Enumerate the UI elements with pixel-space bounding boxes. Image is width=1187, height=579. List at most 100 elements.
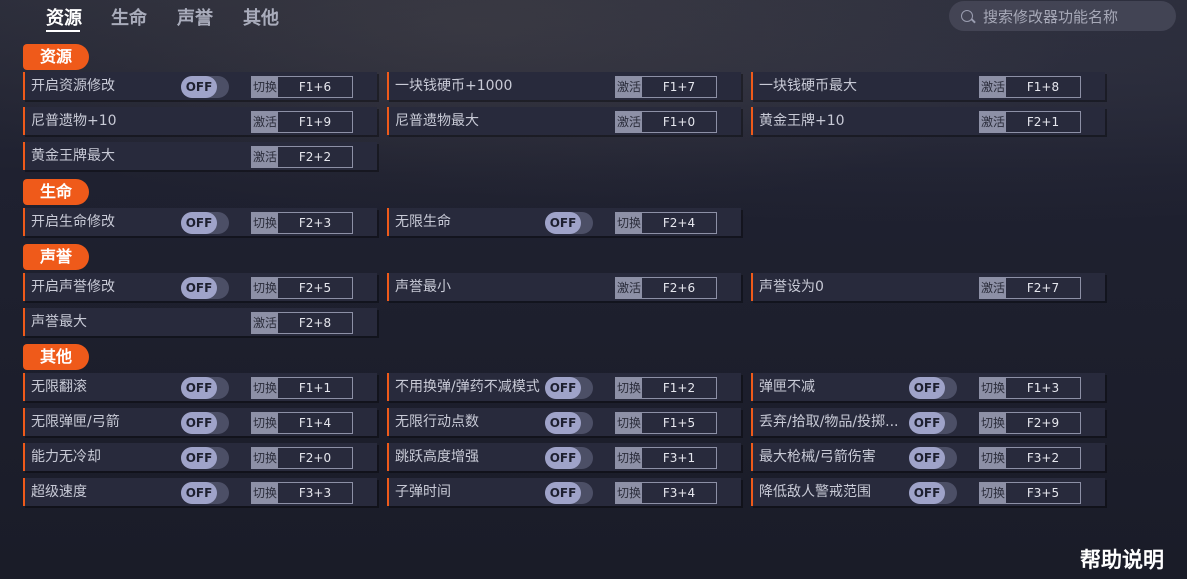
tab-resources[interactable]: 资源 (46, 4, 82, 30)
hotkey-key: F1+0 (662, 115, 696, 129)
toggle-state: OFF (909, 482, 945, 504)
toggle-switch[interactable]: OFF (545, 482, 593, 504)
cheat-row: 声誉最小 激活 F2+6 (387, 273, 741, 301)
cheat-label: 开启声誉修改 (31, 279, 115, 295)
hotkey-box[interactable]: 激活 F1+9 (251, 111, 353, 133)
cheat-label: 黄金王牌最大 (31, 148, 115, 164)
hotkey-box[interactable]: 切换 F1+3 (979, 377, 1081, 399)
toggle-switch[interactable]: OFF (909, 412, 957, 434)
hotkey-box[interactable]: 切换 F2+5 (251, 277, 353, 299)
hotkey-key: F2+4 (662, 216, 696, 230)
hotkey-box[interactable]: 激活 F2+6 (615, 277, 717, 299)
toggle-switch[interactable]: OFF (909, 377, 957, 399)
hotkey-key: F3+2 (1026, 451, 1060, 465)
toggle-switch[interactable]: OFF (545, 447, 593, 469)
hotkey-box[interactable]: 切换 F1+5 (615, 412, 717, 434)
hotkey-box[interactable]: 切换 F1+1 (251, 377, 353, 399)
help-button[interactable]: 帮助说明 (1080, 544, 1164, 574)
hotkey-box[interactable]: 切换 F3+1 (615, 447, 717, 469)
toggle-switch[interactable]: OFF (181, 76, 229, 98)
hotkey-box[interactable]: 切换 F3+4 (615, 482, 717, 504)
tab-other[interactable]: 其他 (243, 4, 279, 30)
tab-reputation[interactable]: 声誉 (177, 4, 213, 30)
toggle-switch[interactable]: OFF (181, 377, 229, 399)
hotkey-box[interactable]: 切换 F3+3 (251, 482, 353, 504)
hotkey-action: 切换 (616, 448, 642, 468)
hotkey-key: F2+9 (1026, 416, 1060, 430)
toggle-state: OFF (545, 377, 581, 399)
hotkey-box[interactable]: 切换 F1+6 (251, 76, 353, 98)
cheat-label: 最大枪械/弓箭伤害 (759, 449, 876, 465)
hotkey-box[interactable]: 激活 F1+8 (979, 76, 1081, 98)
section-title-other: 其他 (23, 344, 89, 370)
hotkey-box[interactable]: 激活 F1+0 (615, 111, 717, 133)
toggle-switch[interactable]: OFF (545, 212, 593, 234)
section-title-life: 生命 (23, 179, 89, 205)
hotkey-action: 切换 (980, 448, 1006, 468)
hotkey-box[interactable]: 切换 F3+5 (979, 482, 1081, 504)
hotkey-box[interactable]: 切换 F2+3 (251, 212, 353, 234)
hotkey-box[interactable]: 切换 F2+4 (615, 212, 717, 234)
section-title-resources: 资源 (23, 44, 89, 70)
hotkey-key: F2+0 (298, 451, 332, 465)
toggle-state: OFF (181, 277, 217, 299)
hotkey-key: F1+8 (1026, 80, 1060, 94)
search-input[interactable] (981, 5, 1170, 29)
hotkey-key: F2+7 (1026, 281, 1060, 295)
hotkey-action: 切换 (252, 77, 278, 97)
toggle-switch[interactable]: OFF (181, 482, 229, 504)
top-nav: 资源 生命 声誉 其他 (0, 0, 1187, 36)
hotkey-action: 激活 (616, 77, 642, 97)
cheat-row: 开启资源修改 OFF 切换 F1+6 (23, 72, 377, 100)
hotkey-key: F2+2 (298, 150, 332, 164)
cheat-row: 最大枪械/弓箭伤害 OFF 切换 F3+2 (751, 443, 1105, 471)
toggle-switch[interactable]: OFF (545, 412, 593, 434)
hotkey-box[interactable]: 切换 F2+9 (979, 412, 1081, 434)
toggle-switch[interactable]: OFF (181, 412, 229, 434)
hotkey-box[interactable]: 激活 F1+7 (615, 76, 717, 98)
hotkey-box[interactable]: 激活 F2+2 (251, 146, 353, 168)
toggle-switch[interactable]: OFF (909, 447, 957, 469)
toggle-switch[interactable]: OFF (545, 377, 593, 399)
hotkey-box[interactable]: 切换 F1+4 (251, 412, 353, 434)
hotkey-action: 激活 (616, 278, 642, 298)
toggle-state: OFF (545, 482, 581, 504)
hotkey-key: F3+1 (662, 451, 696, 465)
hotkey-action: 切换 (252, 278, 278, 298)
hotkey-action: 切换 (252, 213, 278, 233)
hotkey-box[interactable]: 激活 F2+7 (979, 277, 1081, 299)
toggle-switch[interactable]: OFF (909, 482, 957, 504)
toggle-switch[interactable]: OFF (181, 277, 229, 299)
toggle-state: OFF (181, 377, 217, 399)
cheat-label: 子弹时间 (395, 484, 451, 500)
hotkey-key: F1+9 (298, 115, 332, 129)
toggle-state: OFF (181, 76, 217, 98)
toggle-switch[interactable]: OFF (181, 447, 229, 469)
cheat-row: 尼普遗物最大 激活 F1+0 (387, 107, 741, 135)
cheat-row: 开启生命修改 OFF 切换 F2+3 (23, 208, 377, 236)
cheat-row: 子弹时间 OFF 切换 F3+4 (387, 478, 741, 506)
hotkey-box[interactable]: 切换 F3+2 (979, 447, 1081, 469)
cheat-row: 尼普遗物+10 激活 F1+9 (23, 107, 377, 135)
cheat-label: 一块钱硬币+1000 (395, 78, 513, 94)
hotkey-box[interactable]: 切换 F2+0 (251, 447, 353, 469)
toggle-switch[interactable]: OFF (181, 212, 229, 234)
cheat-label: 无限弹匣/弓箭 (31, 414, 120, 430)
cheat-row: 超级速度 OFF 切换 F3+3 (23, 478, 377, 506)
cheat-label: 丢弃/拾取/物品/投掷... (759, 414, 899, 430)
cheat-row: 无限弹匣/弓箭 OFF 切换 F1+4 (23, 408, 377, 436)
hotkey-key: F1+5 (662, 416, 696, 430)
hotkey-key: F3+3 (298, 486, 332, 500)
cheat-row: 不用换弹/弹药不减模式 OFF 切换 F1+2 (387, 373, 741, 401)
hotkey-box[interactable]: 切换 F1+2 (615, 377, 717, 399)
search-box[interactable] (949, 1, 1176, 31)
hotkey-key: F1+4 (298, 416, 332, 430)
tab-life[interactable]: 生命 (111, 4, 147, 30)
hotkey-box[interactable]: 激活 F2+8 (251, 312, 353, 334)
hotkey-box[interactable]: 激活 F2+1 (979, 111, 1081, 133)
active-tab-underline (46, 30, 80, 32)
toggle-state: OFF (909, 377, 945, 399)
cheat-label: 尼普遗物最大 (395, 113, 479, 129)
cheat-label: 不用换弹/弹药不减模式 (395, 379, 540, 395)
hotkey-action: 激活 (980, 77, 1006, 97)
